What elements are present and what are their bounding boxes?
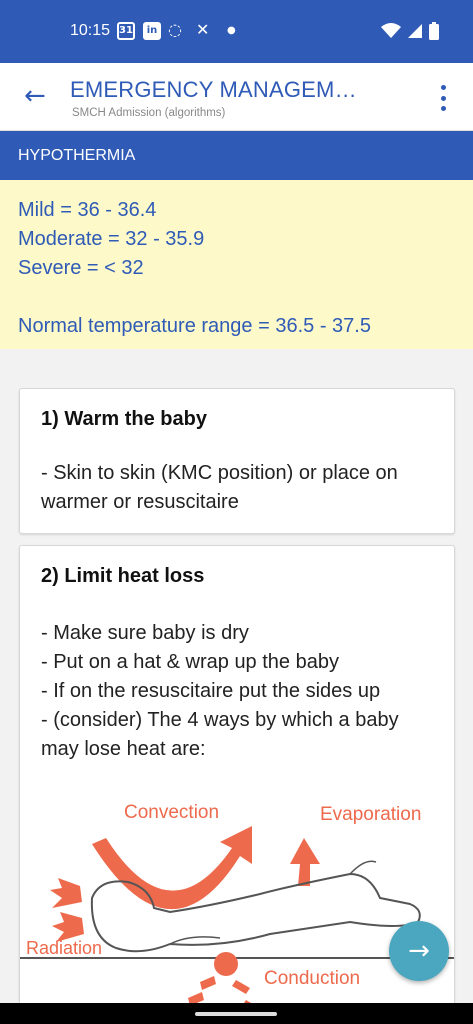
card-warm-baby: 1) Warm the baby - Skin to skin (KMC pos… [19,388,455,534]
calendar-icon: 31 [117,22,135,40]
card-body: - Make sure baby is dry - Put on a hat &… [41,619,434,764]
dot-icon: ● [227,25,236,36]
card-line: - Put on a hat & wrap up the baby [41,651,339,673]
linkedin-icon: in [143,22,161,40]
info-line-moderate: Moderate = 32 - 35.9 [18,228,205,250]
conduction-arrow [200,976,216,990]
page-subtitle: SMCH Admission (algorithms) [72,107,226,119]
conduction-dot [214,952,238,976]
evaporation-arrow [290,838,320,886]
radiation-label: Radiation [26,938,102,958]
info-line-normal: Normal temperature range = 36.5 - 37.5 [18,315,371,337]
wifi-icon [381,23,401,38]
conduction-arrow [232,980,250,994]
convection-arrow [92,826,252,910]
battery-icon [429,22,439,40]
evaporation-label: Evaporation [320,804,421,825]
info-line-mild: Mild = 36 - 36.4 [18,199,157,221]
status-bar: 10:15 31 in ◌ ✕ ● [0,0,473,63]
conduction-label: Conduction [264,968,360,989]
temperature-info-box: Mild = 36 - 36.4 Moderate = 32 - 35.9 Se… [0,180,473,349]
info-line-severe: Severe = < 32 [18,257,144,279]
signal-icon [408,24,422,38]
system-nav-bar [0,1003,473,1024]
radiation-arrow [50,878,82,908]
app-bar: ← EMERGENCY MANAGEMENT SMCH Admission (a… [0,63,473,131]
card-title: 1) Warm the baby [41,408,207,430]
app-x-icon: ✕ [196,20,210,39]
page-title: EMERGENCY MANAGEMENT [70,77,370,102]
card-body: - Skin to skin (KMC position) or place o… [41,462,398,513]
card-line: - If on the resuscitaire put the sides u… [41,680,381,702]
card-title: 2) Limit heat loss [41,565,205,587]
card-line: - Make sure baby is dry [41,622,249,644]
next-arrow-fab[interactable]: → [389,921,449,981]
arrow-right-icon: → [408,936,430,966]
status-time: 10:15 [70,22,111,39]
heat-loss-diagram: Convection Evaporation Radiation Conduct… [20,802,454,1014]
back-arrow-icon[interactable]: ← [24,83,46,109]
convection-label: Convection [124,802,219,823]
overflow-menu-icon[interactable] [439,85,447,111]
whatsapp-icon: ◌ [168,20,182,39]
card-line: - (consider) The 4 ways by which a baby … [41,709,399,760]
section-header: HYPOTHERMIA [0,131,473,180]
home-gesture-pill[interactable] [195,1012,277,1016]
status-right-icons [381,22,439,40]
